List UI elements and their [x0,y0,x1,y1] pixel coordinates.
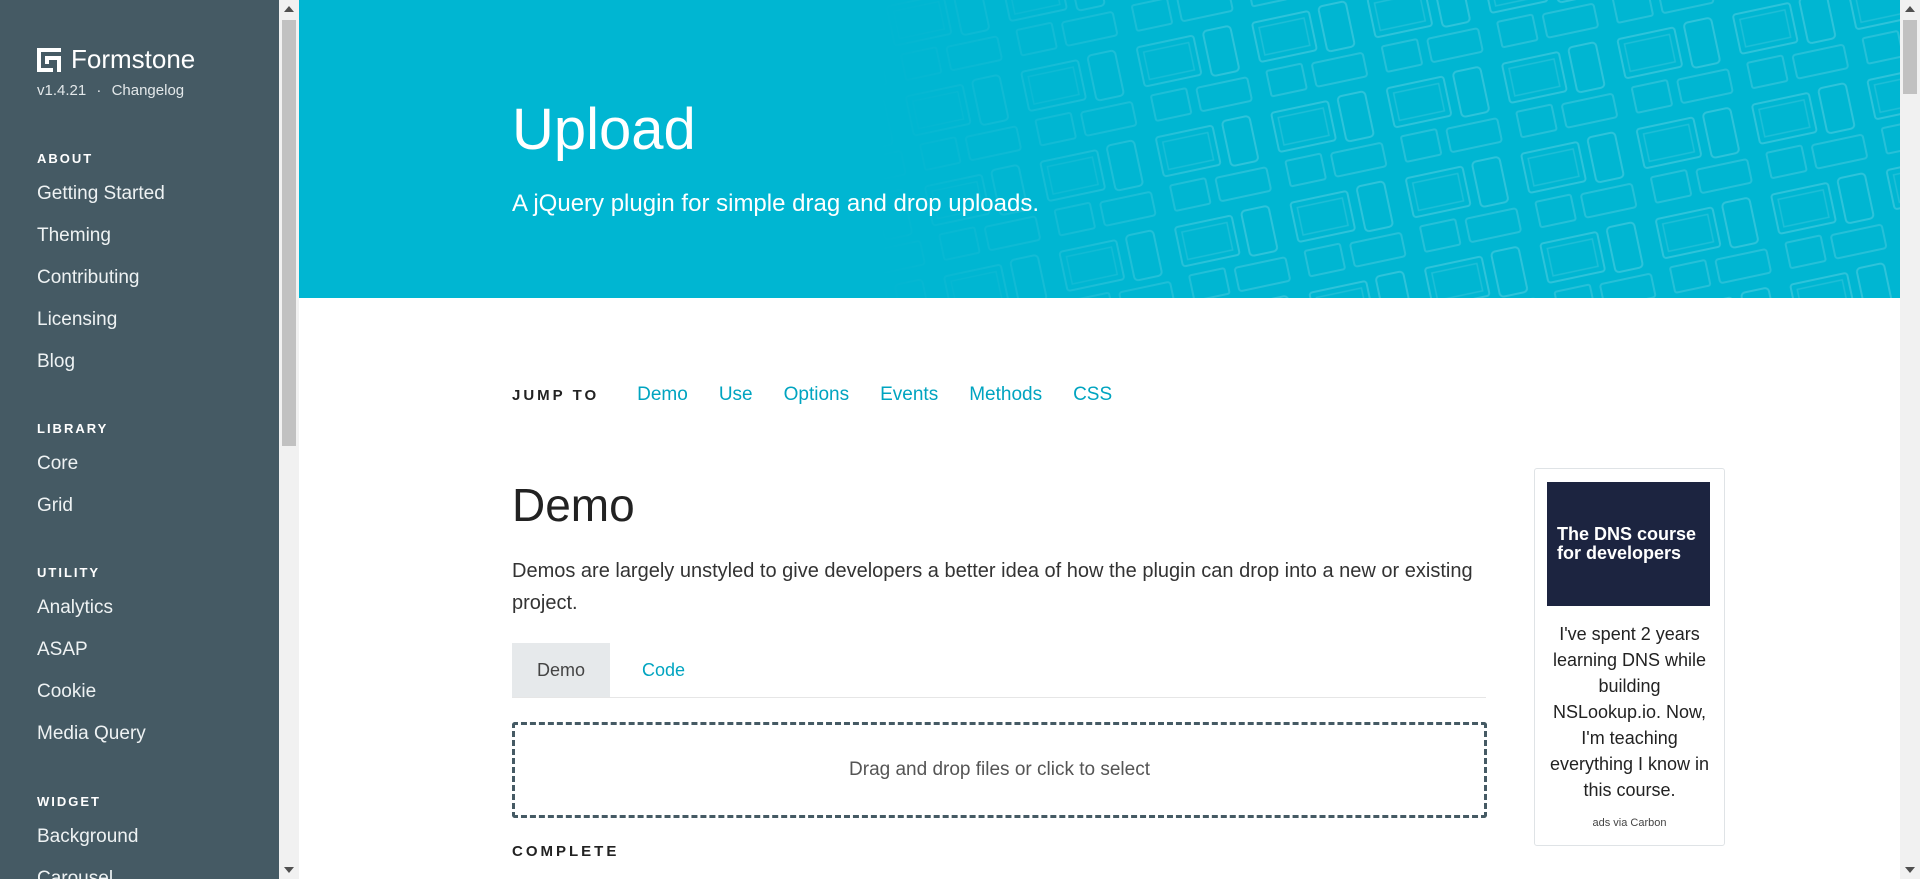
sidebar-item-licensing[interactable]: Licensing [37,306,165,348]
formstone-logo-icon [37,47,61,72]
jump-link-methods[interactable]: Methods [969,384,1042,406]
page-scrollbar-thumb[interactable] [1903,20,1917,94]
dropzone-label: Drag and drop files or click to select [849,759,1150,780]
sidebar-scrollbar[interactable] [279,0,299,879]
jump-to-label: JUMP TO [512,386,600,404]
changelog-link[interactable]: Changelog [112,82,185,99]
sidebar-item-analytics[interactable]: Analytics [37,594,146,636]
jump-to-nav: JUMP TO Demo Use Options Events Methods … [512,384,1143,406]
version: v1.4.21 [37,82,87,99]
jump-link-demo[interactable]: Demo [637,384,688,406]
demo-description: Demos are largely unstyled to give devel… [512,560,1473,614]
upload-dropzone[interactable]: Drag and drop files or click to select [512,722,1487,818]
nav-heading-about: ABOUT [37,151,94,166]
tab-demo[interactable]: Demo [512,643,610,697]
ad-image[interactable]: The DNS course for developers [1547,482,1710,606]
brand[interactable]: Formstone [37,44,195,75]
jump-link-events[interactable]: Events [880,384,938,406]
sidebar-item-media-query[interactable]: Media Query [37,720,146,762]
carbon-ad[interactable]: The DNS course for developers I've spent… [1534,468,1725,846]
sidebar-item-contributing[interactable]: Contributing [37,264,165,306]
ad-text[interactable]: I've spent 2 years learning DNS while bu… [1545,621,1714,803]
sidebar-item-background[interactable]: Background [37,823,138,865]
sidebar: Formstone v1.4.21 · Changelog ABOUT Gett… [0,0,279,879]
sidebar-item-theming[interactable]: Theming [37,222,165,264]
complete-heading: COMPLETE [512,843,620,860]
nav-heading-utility: UTILITY [37,565,101,580]
sidebar-scrollbar-thumb[interactable] [282,20,296,446]
nav-heading-widget: WIDGET [37,794,101,809]
nav-heading-library: LIBRARY [37,421,109,436]
brand-name: Formstone [71,44,196,74]
scroll-down-arrow-icon[interactable] [284,867,294,873]
ad-image-text: The DNS course for developers [1557,524,1697,563]
sidebar-item-grid[interactable]: Grid [37,492,108,534]
sidebar-item-core[interactable]: Core [37,450,108,492]
tab-code[interactable]: Code [642,643,685,697]
ads-via-carbon[interactable]: ads via Carbon [1535,817,1724,829]
demo-tabs: Demo Code [512,643,1486,698]
jump-link-use[interactable]: Use [719,384,753,406]
devices-pattern-icon [879,0,1900,298]
page-title: Upload [512,97,696,162]
page-scroll-up-arrow-icon[interactable] [1905,6,1915,12]
nav-section-about: ABOUT Getting Started Theming Contributi… [37,151,165,390]
nav-section-widget: WIDGET Background Carousel [37,794,138,879]
page-subtitle: A jQuery plugin for simple drag and drop… [512,190,1039,217]
page-scroll-down-arrow-icon[interactable] [1905,867,1915,873]
separator: · [96,82,102,99]
jump-link-options[interactable]: Options [784,384,849,406]
jump-link-css[interactable]: CSS [1073,384,1112,406]
sidebar-item-carousel[interactable]: Carousel [37,865,138,879]
sidebar-item-blog[interactable]: Blog [37,348,165,390]
version-line: v1.4.21 · Changelog [37,82,184,99]
nav-section-library: LIBRARY Core Grid [37,421,108,534]
sidebar-item-asap[interactable]: ASAP [37,636,146,678]
demo-heading: Demo [512,479,635,531]
sidebar-item-getting-started[interactable]: Getting Started [37,180,165,222]
hero-banner: Upload A jQuery plugin for simple drag a… [299,0,1900,298]
sidebar-item-cookie[interactable]: Cookie [37,678,146,720]
page-scrollbar[interactable] [1900,0,1920,879]
scroll-up-arrow-icon[interactable] [284,6,294,12]
nav-section-utility: UTILITY Analytics ASAP Cookie Media Quer… [37,565,146,762]
